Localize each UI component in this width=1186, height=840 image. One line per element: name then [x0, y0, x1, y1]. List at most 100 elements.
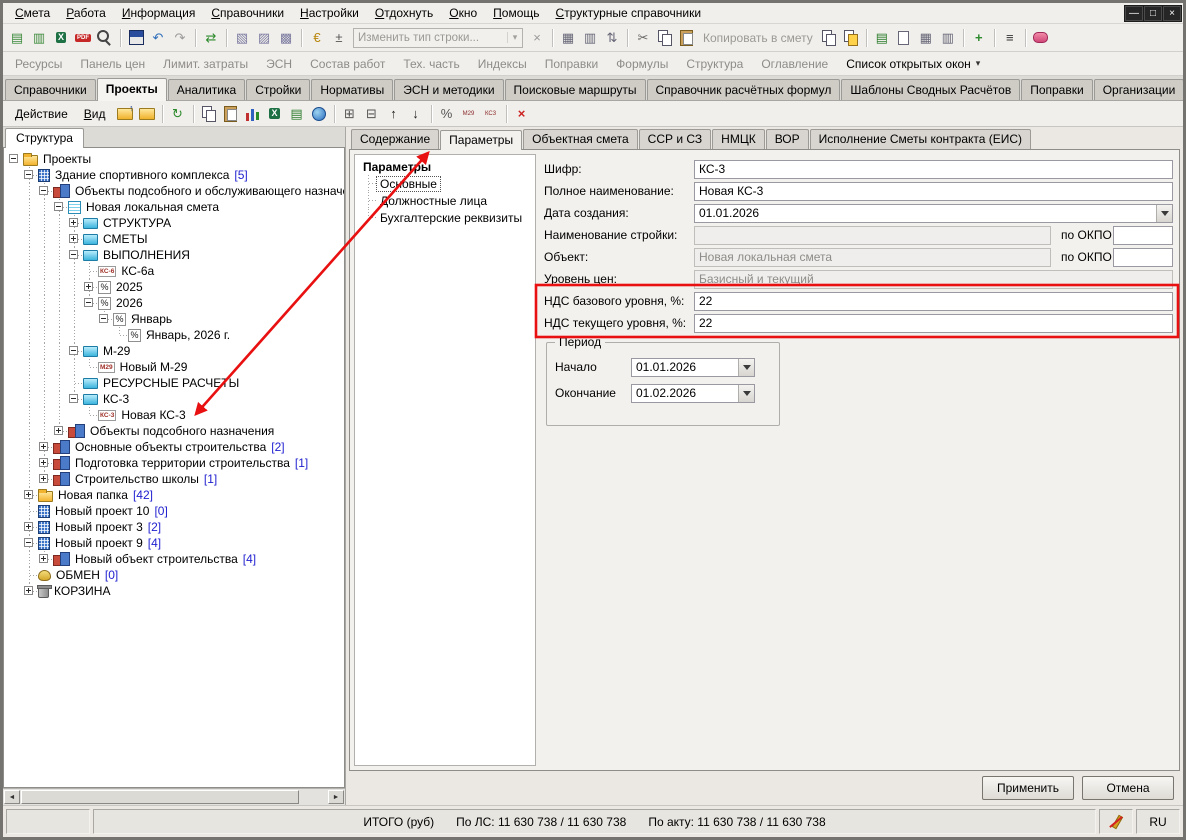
normative-book-icon[interactable]: ▤ [871, 27, 893, 49]
collapse-icon[interactable] [24, 170, 33, 179]
expand-icon[interactable] [24, 490, 33, 499]
folder-new-icon[interactable] [136, 103, 158, 125]
undo-icon[interactable]: ↶ [147, 27, 169, 49]
minimize-button[interactable]: — [1125, 6, 1143, 21]
workspace-tab[interactable]: Стройки [246, 79, 310, 100]
excel-export-icon[interactable]: X [50, 27, 72, 49]
date-created-input[interactable]: 01.01.2026 [694, 204, 1173, 223]
expand-icon[interactable] [69, 218, 78, 227]
expand-icon[interactable] [69, 234, 78, 243]
action-menu[interactable]: Действие [7, 104, 76, 124]
quick-actions-icon[interactable]: ≡ [999, 27, 1021, 49]
insert-position-icon[interactable]: ▧ [231, 27, 253, 49]
move-up-icon[interactable]: ↑ [383, 103, 405, 125]
document-tab[interactable]: Содержание [351, 129, 439, 149]
insert-section-icon[interactable]: ▨ [253, 27, 275, 49]
collapse-icon[interactable] [39, 186, 48, 195]
redo-icon[interactable]: ↷ [169, 27, 191, 49]
menu-item[interactable]: Справочники [203, 4, 292, 22]
document-tab[interactable]: Параметры [440, 130, 522, 150]
document-tab[interactable]: Объектная смета [523, 129, 638, 149]
params-root[interactable]: Параметры [361, 159, 533, 175]
scroll-thumb[interactable] [21, 790, 299, 804]
document-tab[interactable]: ВОР [766, 129, 809, 149]
folder-up-icon[interactable] [114, 103, 136, 125]
tree-item[interactable]: Январь, 2026 г. [7, 327, 344, 343]
workspace-tab[interactable]: Нормативы [311, 79, 393, 100]
panel-button[interactable]: Панель цен [71, 55, 154, 73]
period-start-combo[interactable]: 01.01.2026 [631, 358, 755, 377]
collapse-icon[interactable] [99, 314, 108, 323]
m29-icon[interactable]: М29 [458, 103, 480, 125]
tree-item[interactable]: Подготовка территории строительства[1] [7, 455, 344, 471]
tree-item[interactable]: 2025 [7, 279, 344, 295]
groups-icon[interactable]: ▥ [579, 27, 601, 49]
vat-current-input[interactable]: 22 [694, 314, 1173, 333]
act-sheet-icon[interactable]: ▥ [937, 27, 959, 49]
expand-icon[interactable] [24, 586, 33, 595]
expand-icon[interactable] [39, 458, 48, 467]
menu-item[interactable]: Настройки [292, 4, 367, 22]
panel-button[interactable]: Тех. часть [394, 55, 468, 73]
row-type-combo[interactable]: Изменить тип строки...▾ [353, 28, 523, 48]
add-to-list-icon[interactable]: + [968, 27, 990, 49]
tree-item[interactable]: М29Новый М-29 [7, 359, 344, 375]
panel-button[interactable]: Формулы [607, 55, 677, 73]
panel-button[interactable]: Поправки [536, 55, 607, 73]
collapse-icon[interactable] [84, 298, 93, 307]
document-tab[interactable]: Исполнение Сметы контракта (ЕИС) [810, 129, 1031, 149]
ks3-icon[interactable]: КС3 [480, 103, 502, 125]
collapse-icon[interactable] [9, 154, 18, 163]
workspace-tab[interactable]: Аналитика [168, 79, 245, 100]
params-tree-item[interactable]: Должностные лица [361, 192, 533, 209]
pdf-export-icon[interactable]: PDF [72, 27, 94, 49]
tab-structure[interactable]: Структура [5, 128, 84, 148]
expand-icon[interactable] [54, 426, 63, 435]
panel-button[interactable]: Оглавление [752, 55, 837, 73]
workspace-tab[interactable]: Поправки [1021, 79, 1092, 100]
exchange-icon[interactable]: ⇄ [200, 27, 222, 49]
panel-button[interactable]: Список открытых окон▾ [837, 55, 989, 73]
columns-icon[interactable]: ▦ [557, 27, 579, 49]
page-edit-icon[interactable] [893, 27, 915, 49]
insert-comment-icon[interactable]: ▩ [275, 27, 297, 49]
tree-item[interactable]: Объекты подсобного назначения [7, 423, 344, 439]
expand-icon[interactable] [39, 554, 48, 563]
panel-button[interactable]: Ресурсы [6, 55, 71, 73]
buffer-list-icon[interactable] [840, 27, 862, 49]
okpo-input[interactable] [1113, 226, 1173, 245]
tree-item[interactable]: Январь [7, 311, 344, 327]
tree-item[interactable]: СТРУКТУРА [7, 215, 344, 231]
search-icon[interactable] [94, 27, 116, 49]
menu-item[interactable]: Окно [441, 4, 485, 22]
close-button[interactable]: × [1163, 6, 1181, 21]
maximize-button[interactable]: □ [1144, 6, 1162, 21]
tree-item[interactable]: КОРЗИНА [7, 583, 344, 599]
totals-icon[interactable]: ± [328, 27, 350, 49]
paste-branch-icon[interactable] [220, 103, 242, 125]
resource-sheet-icon[interactable]: ▦ [915, 27, 937, 49]
dropdown-arrow-icon[interactable] [738, 359, 754, 376]
tree-item[interactable]: Новая локальная смета [7, 199, 344, 215]
params-tree-item[interactable]: Бухгалтерские реквизиты [361, 209, 533, 226]
copy-branch-icon[interactable] [198, 103, 220, 125]
panel-button[interactable]: ЭСН [257, 55, 301, 73]
expand-icon[interactable] [39, 474, 48, 483]
expand-icon[interactable] [84, 282, 93, 291]
workspace-tab[interactable]: Организации [1094, 79, 1185, 100]
workspace-tab[interactable]: ЭСН и методики [394, 79, 503, 100]
cut-icon[interactable]: ✂ [632, 27, 654, 49]
menu-item[interactable]: Помощь [485, 4, 547, 22]
workspace-tab[interactable]: Поисковые маршруты [505, 79, 646, 100]
collapse-icon[interactable] [69, 346, 78, 355]
period-end-combo[interactable]: 01.02.2026 [631, 384, 755, 403]
refresh-icon[interactable]: ↻ [167, 103, 189, 125]
insert-act-icon[interactable]: ▥ [28, 27, 50, 49]
tree-item[interactable]: Строительство школы[1] [7, 471, 344, 487]
tree-item[interactable]: СМЕТЫ [7, 231, 344, 247]
okpo-input[interactable] [1113, 248, 1173, 267]
tree-item[interactable]: М-29 [7, 343, 344, 359]
panel-button[interactable]: Состав работ [301, 55, 394, 73]
collapse-icon[interactable] [69, 250, 78, 259]
tree-item[interactable]: 2026 [7, 295, 344, 311]
